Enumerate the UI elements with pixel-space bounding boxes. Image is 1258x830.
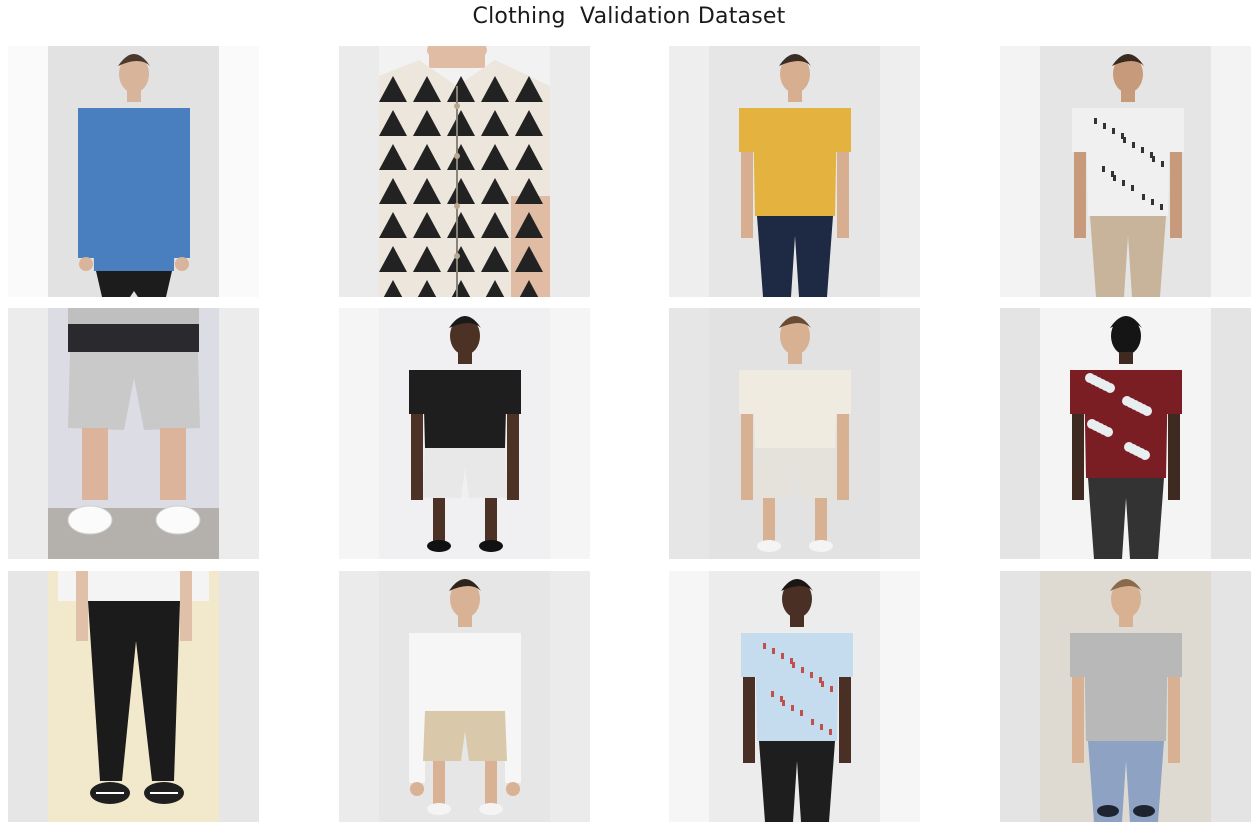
image-padding-left (1000, 46, 1040, 297)
clothing-photo (48, 46, 219, 297)
image-padding-left (8, 46, 48, 297)
clothing-photo (1040, 571, 1211, 822)
clothing-photo (709, 571, 880, 822)
clothing-photo-illustration (1040, 308, 1211, 559)
image-padding-left (8, 571, 48, 822)
clothing-photo (379, 571, 550, 822)
image-padding-left (669, 571, 709, 822)
image-padding-right (550, 571, 590, 822)
image-padding-right (1211, 571, 1251, 822)
grid-image-grey-tee-blue-pants (1000, 571, 1251, 822)
clothing-photo-illustration (379, 46, 550, 297)
image-padding-right (880, 308, 920, 559)
clothing-photo-illustration (48, 571, 219, 822)
grid-image-white-print-shirt-side (1000, 46, 1251, 297)
clothing-photo-illustration (709, 571, 880, 822)
clothing-photo-illustration (379, 571, 550, 822)
image-padding-right (1211, 308, 1251, 559)
clothing-photo (48, 308, 219, 559)
grid-image-black-shirt-patterned-shorts (339, 308, 590, 559)
image-padding-left (339, 46, 379, 297)
image-padding-right (550, 46, 590, 297)
image-padding-right (219, 46, 259, 297)
clothing-photo-illustration (379, 308, 550, 559)
clothing-photo-illustration (48, 46, 219, 297)
page-title: Clothing Validation Dataset (472, 4, 786, 29)
grid-image-black-jeans (8, 571, 259, 822)
image-padding-left (1000, 571, 1040, 822)
clothing-photo (379, 46, 550, 297)
image-padding-right (1211, 46, 1251, 297)
grid-image-white-shirt-khaki-shorts (339, 571, 590, 822)
image-padding-right (219, 308, 259, 559)
grid-image-denim-shirt-front (8, 46, 259, 297)
clothing-photo-illustration (48, 308, 219, 559)
clothing-photo-illustration (709, 46, 880, 297)
image-padding-left (339, 571, 379, 822)
clothing-photo (48, 571, 219, 822)
clothing-photo (1040, 308, 1211, 559)
image-padding-left (8, 308, 48, 559)
clothing-photo (379, 308, 550, 559)
grid-image-yellow-polo-front (669, 46, 920, 297)
image-padding-left (1000, 308, 1040, 559)
image-padding-left (669, 308, 709, 559)
grid-image-cream-shirt-print-shorts (669, 308, 920, 559)
clothing-photo-illustration (1040, 46, 1211, 297)
image-padding-right (550, 308, 590, 559)
clothing-photo (709, 46, 880, 297)
grid-image-floral-shirt-back (1000, 308, 1251, 559)
grid-image-light-blue-print-shirt-side (669, 571, 920, 822)
clothing-photo-illustration (1040, 571, 1211, 822)
clothing-photo (709, 308, 880, 559)
image-padding-right (880, 571, 920, 822)
image-padding-right (880, 46, 920, 297)
grid-image-grey-shorts (8, 308, 259, 559)
clothing-photo-illustration (709, 308, 880, 559)
clothing-photo (1040, 46, 1211, 297)
image-padding-left (339, 308, 379, 559)
image-padding-left (669, 46, 709, 297)
grid-image-geometric-print-shirt-closeup (339, 46, 590, 297)
image-padding-right (219, 571, 259, 822)
